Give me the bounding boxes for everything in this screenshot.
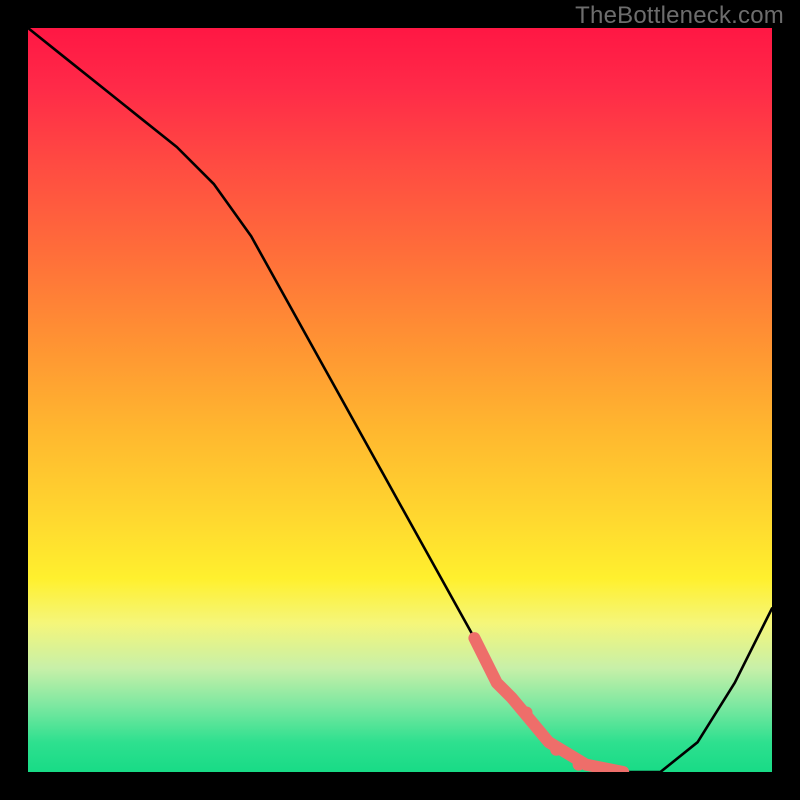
- highlight-dot: [521, 707, 533, 719]
- highlight-segment: [474, 638, 623, 772]
- highlight-dot: [573, 759, 585, 771]
- watermark-text: TheBottleneck.com: [575, 2, 784, 30]
- highlight-dot: [550, 744, 562, 756]
- plot-area: [28, 28, 772, 772]
- chart-frame: TheBottleneck.com: [0, 0, 800, 800]
- chart-overlay: [28, 28, 772, 772]
- bottleneck-curve: [28, 28, 772, 772]
